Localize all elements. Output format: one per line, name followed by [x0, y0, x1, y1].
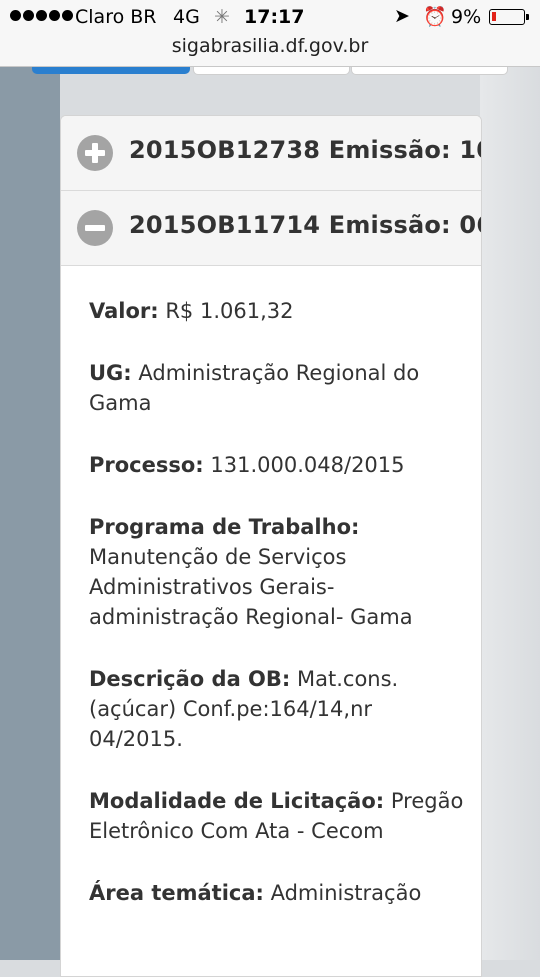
- field-ug: UG: Administração Regional do Gama: [89, 358, 469, 418]
- page-right-background: [480, 67, 540, 960]
- accordion-title: 2015OB11714 Emissão: 06/04: [129, 211, 481, 239]
- page-left-background: [0, 67, 60, 960]
- tab-third[interactable]: [351, 67, 508, 75]
- field-label: Área temática:: [89, 881, 264, 905]
- network-type: 4G: [173, 6, 200, 28]
- accordion-header-ob-11714[interactable]: 2015OB11714 Emissão: 06/04: [61, 191, 481, 266]
- field-value: R$ 1.061,32: [165, 299, 294, 323]
- plus-circle-icon[interactable]: [77, 135, 113, 171]
- field-label: Valor:: [89, 299, 159, 323]
- field-descricao-ob: Descrição da OB: Mat.cons. (açúcar) Conf…: [89, 664, 469, 754]
- battery-percentage: 9%: [451, 6, 482, 28]
- carrier-name: Claro BR: [75, 6, 157, 28]
- field-label: Programa de Trabalho:: [89, 515, 360, 539]
- status-row: Claro BR 4G ✳ 17:17 ➤ ⏰ 9%: [0, 5, 540, 30]
- field-area-tematica: Área temática: Administração: [89, 878, 469, 908]
- field-processo: Processo: 131.000.048/2015: [89, 450, 469, 480]
- field-value: Administração Regional do Gama: [89, 361, 420, 415]
- battery-icon: [489, 9, 529, 25]
- field-value: 131.000.048/2015: [210, 453, 405, 477]
- accordion-title: 2015OB12738 Emissão: 10/04: [129, 136, 481, 164]
- tab-second[interactable]: [193, 67, 350, 75]
- ob-accordion-panel: 2015OB12738 Emissão: 10/04 2015OB11714 E…: [60, 115, 482, 977]
- field-modalidade-licitacao: Modalidade de Licitação: Pregão Eletrôni…: [89, 786, 469, 846]
- field-value: Administração: [270, 881, 422, 905]
- ob-details: Valor: R$ 1.061,32 UG: Administração Reg…: [89, 296, 469, 940]
- field-programa-trabalho: Programa de Trabalho: Manutenção de Serv…: [89, 512, 469, 632]
- field-label: Processo:: [89, 453, 204, 477]
- tab-active[interactable]: [32, 67, 190, 74]
- location-arrow-icon: ➤: [394, 5, 410, 27]
- alarm-clock-icon: ⏰: [423, 6, 447, 28]
- accordion-header-ob-12738[interactable]: 2015OB12738 Emissão: 10/04: [61, 116, 481, 191]
- field-valor: Valor: R$ 1.061,32: [89, 296, 469, 326]
- status-bar: Claro BR 4G ✳ 17:17 ➤ ⏰ 9% sigabrasilia.…: [0, 0, 540, 67]
- field-label: Modalidade de Licitação:: [89, 789, 385, 813]
- address-bar-url[interactable]: sigabrasilia.df.gov.br: [0, 35, 540, 57]
- field-label: Descrição da OB:: [89, 667, 291, 691]
- field-value: Manutenção de Serviços Administrativos G…: [89, 545, 413, 629]
- field-label: UG:: [89, 361, 132, 385]
- minus-circle-icon[interactable]: [77, 210, 113, 246]
- clock: 17:17: [244, 6, 305, 28]
- signal-dots-icon: [10, 10, 73, 21]
- activity-spinner-icon: ✳: [214, 6, 230, 28]
